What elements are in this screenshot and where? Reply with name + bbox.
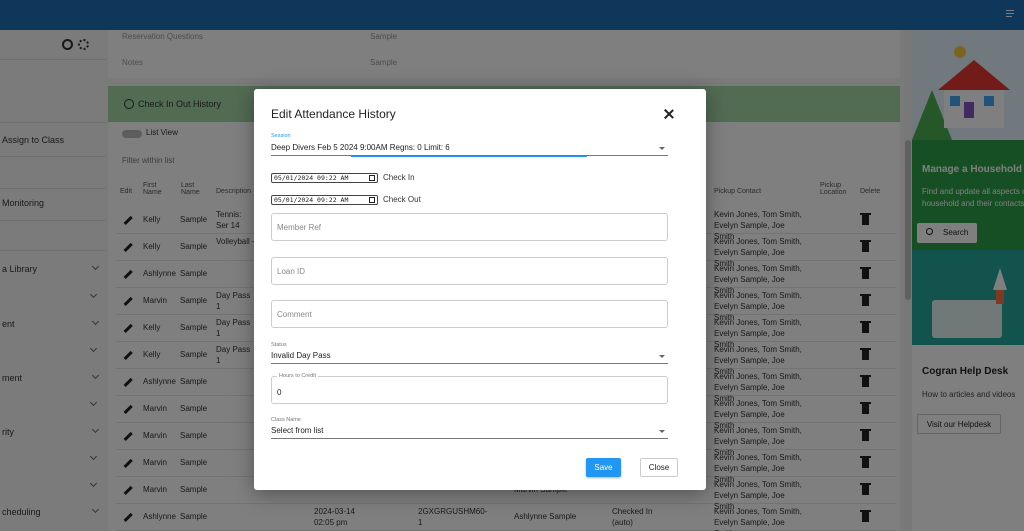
calendar-icon[interactable] xyxy=(369,175,375,181)
hours-to-credit-label: Hours to Credit xyxy=(277,373,318,379)
loan-id-placeholder: Loan ID xyxy=(277,267,306,276)
session-value: Deep Divers Feb 5 2024 9:00AM Regns: 0 L… xyxy=(271,143,450,152)
check-out-datetime[interactable]: 05/01/2024 09:22 AM xyxy=(271,195,378,205)
comment-placeholder: Comment xyxy=(277,310,312,319)
check-in-value: 05/01/2024 09:22 AM xyxy=(274,174,349,182)
edit-attendance-dialog: Edit Attendance History Session Deep Div… xyxy=(254,89,706,490)
check-in-datetime[interactable]: 05/01/2024 09:22 AM xyxy=(271,173,378,183)
chevron-down-icon xyxy=(659,147,665,150)
member-ref-placeholder: Member Ref xyxy=(277,223,322,232)
chevron-down-icon xyxy=(659,430,665,433)
member-ref-field[interactable]: Member Ref xyxy=(271,213,668,241)
class-name-value: Select from list xyxy=(271,426,324,435)
check-in-label: Check In xyxy=(383,173,415,182)
loan-id-field[interactable]: Loan ID xyxy=(271,257,668,285)
save-button[interactable]: Save xyxy=(586,458,621,477)
session-focus-underline xyxy=(351,156,587,157)
class-name-select[interactable]: Select from list xyxy=(271,423,668,439)
hours-to-credit-field[interactable]: Hours to Credit 0 xyxy=(271,373,668,404)
chevron-down-icon xyxy=(659,355,665,358)
close-icon[interactable] xyxy=(662,108,676,122)
check-out-label: Check Out xyxy=(383,195,421,204)
comment-field[interactable]: Comment xyxy=(271,300,668,328)
calendar-icon[interactable] xyxy=(369,197,375,203)
status-select[interactable]: Invalid Day Pass xyxy=(271,348,668,364)
session-select[interactable]: Deep Divers Feb 5 2024 9:00AM Regns: 0 L… xyxy=(271,140,668,156)
dialog-title: Edit Attendance History xyxy=(271,107,396,121)
session-label: Session xyxy=(271,133,291,139)
close-button[interactable]: Close xyxy=(640,458,678,477)
check-out-value: 05/01/2024 09:22 AM xyxy=(274,196,349,204)
status-value: Invalid Day Pass xyxy=(271,351,331,360)
hours-to-credit-value: 0 xyxy=(277,388,282,397)
